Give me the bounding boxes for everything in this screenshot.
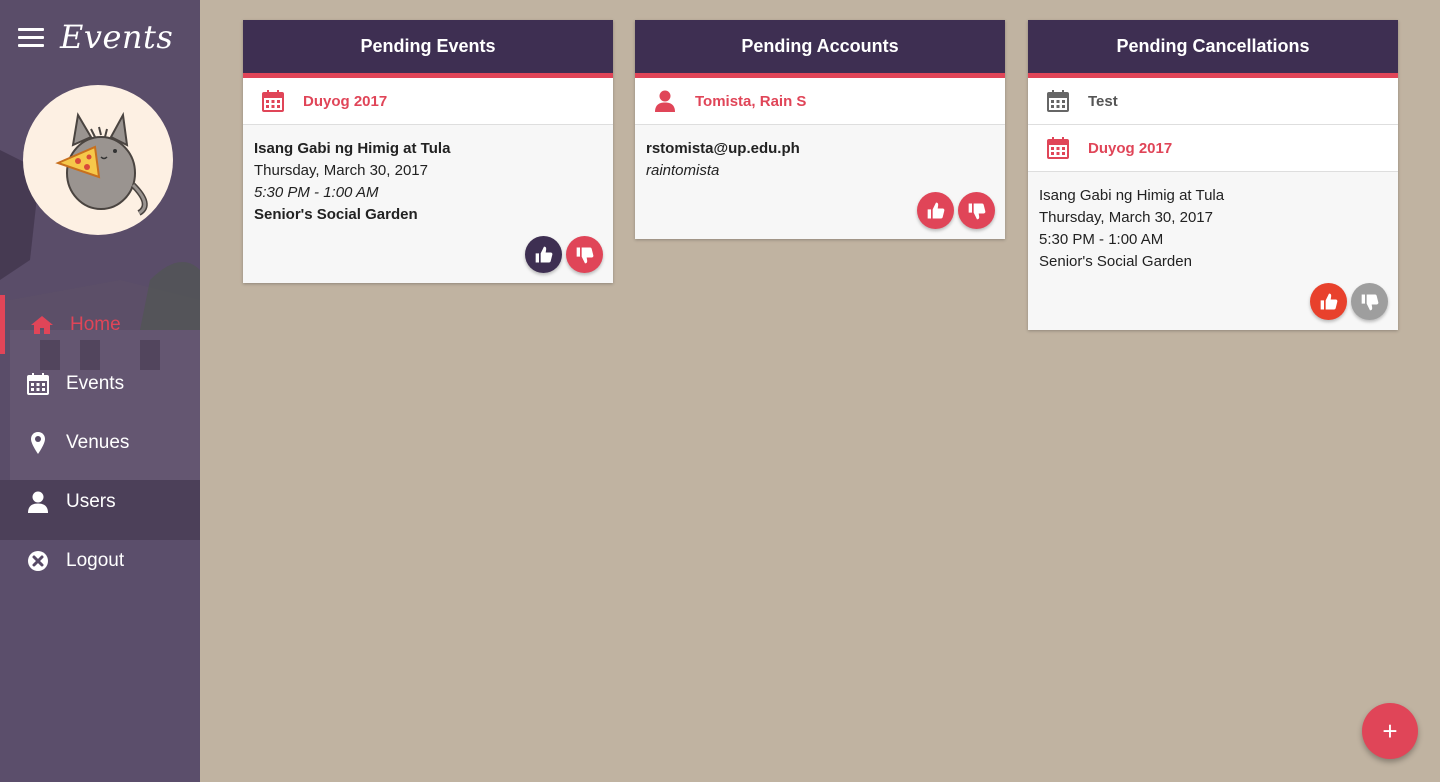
user-icon — [28, 491, 48, 513]
event-name: Isang Gabi ng Himig at Tula — [254, 140, 451, 157]
sidebar-item-label: Logout — [66, 549, 125, 571]
event-details: Isang Gabi ng Himig at Tula Thursday, Ma… — [1028, 172, 1398, 283]
pusheen-cat-icon — [55, 111, 148, 216]
sidebar-item-users[interactable]: Users — [0, 472, 200, 531]
pending-events-card: Pending Events Duyog 2017 Isang Gabi ng … — [243, 20, 613, 283]
map-pin-icon — [31, 431, 45, 454]
hamburger-line — [18, 28, 44, 31]
thumbs-up-icon — [535, 246, 552, 262]
event-venue: Senior's Social Garden — [1039, 253, 1192, 270]
user-icon — [655, 90, 675, 112]
sidebar: Events Home Events Venues Users Logout — [0, 0, 200, 782]
calendar-icon — [1047, 137, 1069, 159]
account-username: raintomista — [646, 162, 720, 179]
approve-button[interactable] — [917, 192, 954, 229]
thumbs-up-icon — [927, 202, 944, 218]
menu-toggle-button[interactable] — [18, 28, 44, 48]
list-item[interactable]: Duyog 2017 — [1028, 125, 1398, 172]
account-name: Tomista, Rain S — [695, 92, 807, 110]
home-icon — [31, 315, 53, 334]
card-title: Pending Accounts — [635, 20, 1005, 78]
event-time: 5:30 PM - 1:00 AM — [254, 184, 379, 201]
event-name: Isang Gabi ng Himig at Tula — [1039, 187, 1225, 204]
close-circle-icon — [28, 550, 48, 571]
card-title: Pending Events — [243, 20, 613, 78]
sidebar-item-label: Venues — [66, 431, 130, 453]
sidebar-item-label: Events — [66, 372, 125, 394]
sidebar-item-events[interactable]: Events — [0, 354, 200, 413]
card-actions — [635, 192, 1005, 239]
reject-button[interactable] — [958, 192, 995, 229]
event-venue: Senior's Social Garden — [254, 206, 418, 223]
event-date: Thursday, March 30, 2017 — [254, 162, 428, 179]
card-actions — [243, 236, 613, 283]
list-item[interactable]: Test — [1028, 78, 1398, 125]
event-date: Thursday, March 30, 2017 — [1039, 209, 1213, 226]
add-button[interactable]: + — [1362, 703, 1418, 759]
pending-cancellations-card: Pending Cancellations Test Duyog 2017 Is… — [1028, 20, 1398, 330]
sidebar-item-logout[interactable]: Logout — [0, 531, 200, 590]
event-title: Duyog 2017 — [303, 92, 388, 110]
pending-accounts-card: Pending Accounts Tomista, Rain S rstomis… — [635, 20, 1005, 239]
list-item[interactable]: Tomista, Rain S — [635, 78, 1005, 125]
approve-button[interactable] — [1310, 283, 1347, 320]
active-indicator — [0, 295, 5, 354]
list-item[interactable]: Duyog 2017 — [243, 78, 613, 125]
avatar — [23, 85, 173, 235]
calendar-icon — [1047, 90, 1069, 112]
approve-button[interactable] — [525, 236, 562, 273]
sidebar-item-venues[interactable]: Venues — [0, 413, 200, 472]
sidebar-item-label: Home — [70, 313, 121, 335]
hamburger-line — [18, 44, 44, 47]
event-title: Duyog 2017 — [1088, 139, 1173, 157]
thumbs-down-icon — [1361, 294, 1378, 310]
card-title: Pending Cancellations — [1028, 20, 1398, 78]
calendar-icon — [262, 90, 284, 112]
sidebar-item-label: Users — [66, 490, 116, 512]
account-email: rstomista@up.edu.ph — [646, 140, 800, 157]
sidebar-nav: Home Events Venues Users Logout — [0, 295, 200, 590]
event-title: Test — [1088, 92, 1118, 110]
thumbs-down-icon — [576, 247, 593, 263]
calendar-icon — [27, 372, 49, 395]
account-details: rstomista@up.edu.ph raintomista — [635, 125, 1005, 192]
sidebar-item-home[interactable]: Home — [0, 295, 200, 354]
event-details: Isang Gabi ng Himig at Tula Thursday, Ma… — [243, 125, 613, 236]
reject-button[interactable] — [566, 236, 603, 273]
reject-button[interactable] — [1351, 283, 1388, 320]
app-brand: Events — [60, 18, 174, 56]
thumbs-up-icon — [1320, 293, 1337, 309]
event-time: 5:30 PM - 1:00 AM — [1039, 231, 1164, 248]
thumbs-down-icon — [968, 203, 985, 219]
card-actions — [1028, 283, 1398, 330]
hamburger-line — [18, 36, 44, 39]
